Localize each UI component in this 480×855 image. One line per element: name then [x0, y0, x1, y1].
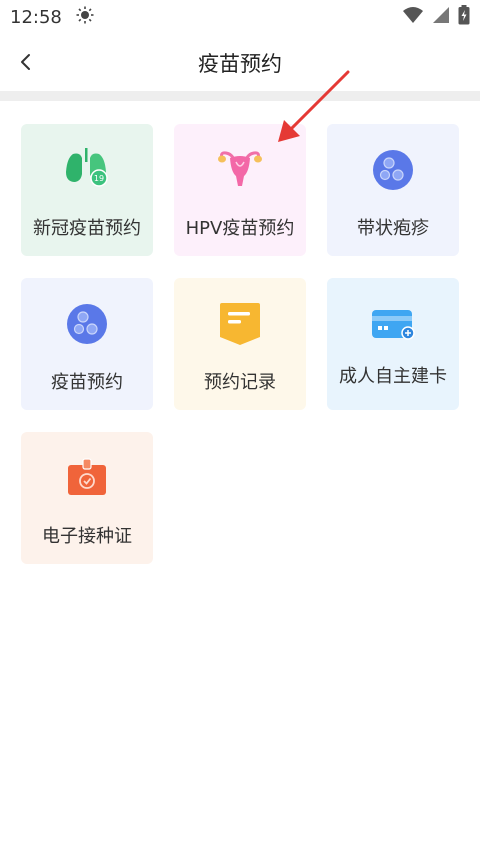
cells-icon: [63, 300, 111, 348]
tile-label: 预约记录: [204, 372, 276, 393]
tile-label: 疫苗预约: [51, 372, 123, 393]
section-divider: [0, 91, 480, 101]
clock: 12:58: [10, 6, 62, 28]
brightness-icon: [76, 6, 94, 29]
tile-covid-vaccine[interactable]: 19 新冠疫苗预约: [21, 124, 153, 256]
tile-label: 电子接种证: [42, 526, 132, 547]
battery-icon: [458, 4, 470, 30]
status-bar: 12:58: [0, 0, 480, 34]
signal-icon: [432, 6, 450, 29]
note-icon: [216, 300, 264, 348]
lungs-virus-icon: 19: [63, 146, 111, 194]
tile-adult-card[interactable]: 成人自主建卡: [327, 278, 459, 410]
back-button[interactable]: [12, 48, 40, 76]
uterus-icon: [216, 146, 264, 194]
tile-label: 带状疱疹: [357, 218, 429, 239]
nav-bar: 疫苗预约: [0, 36, 480, 90]
tile-label: 新冠疫苗预约: [33, 218, 141, 239]
chevron-left-icon: [21, 54, 30, 70]
wifi-icon: [402, 6, 424, 29]
tile-e-certificate[interactable]: 电子接种证: [21, 432, 153, 564]
card-icon: [369, 300, 417, 348]
tile-vaccine-appointment[interactable]: 疫苗预约: [21, 278, 153, 410]
certificate-icon: [63, 454, 111, 502]
tile-label: HPV疫苗预约: [185, 218, 295, 239]
tile-appointment-records[interactable]: 预约记录: [174, 278, 306, 410]
annotation-arrow-icon: [278, 70, 350, 142]
cells-icon: [369, 146, 417, 194]
svg-text:19: 19: [94, 174, 104, 183]
tile-label: 成人自主建卡: [339, 366, 447, 387]
